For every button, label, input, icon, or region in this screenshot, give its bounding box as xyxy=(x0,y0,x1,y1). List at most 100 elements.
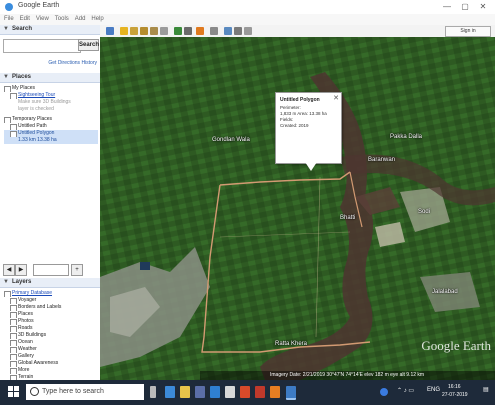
sign-in-button[interactable]: Sign in xyxy=(445,26,491,37)
places-item-sightseeing[interactable]: Sightseeing Tour xyxy=(4,92,98,99)
places-nav-row: ◀ ▶ + xyxy=(3,264,97,276)
layers-panel-header[interactable]: ▼ Layers xyxy=(0,278,100,288)
edge-icon[interactable] xyxy=(165,386,175,398)
balloon-line: Created: 2019 xyxy=(280,123,309,128)
collapse-triangle-icon: ▼ xyxy=(3,74,9,80)
sun-icon[interactable] xyxy=(184,27,192,35)
clock-date[interactable]: 27-07-2019 xyxy=(442,392,468,398)
places-item-temporary[interactable]: Temporary Places xyxy=(4,116,98,123)
imagery-info: Imagery Date: 2/21/2019 30°47'N 74°14'E … xyxy=(270,372,425,378)
menu-add[interactable]: Add xyxy=(75,14,86,25)
places-item-note: Make sure 3D Buildings xyxy=(18,99,71,105)
google-earth-taskbar-icon[interactable] xyxy=(286,386,296,400)
sidebar: ▼ Search Search Get Directions History ▼… xyxy=(0,25,101,381)
places-tree: My Places Sightseeing Tour Make sure 3D … xyxy=(0,83,100,144)
search-input[interactable] xyxy=(3,39,81,53)
layers-item[interactable]: Gallery xyxy=(4,353,98,360)
places-panel-title: Places xyxy=(12,74,32,80)
map-label: Gondlan Wala xyxy=(212,137,250,143)
menu-edit[interactable]: Edit xyxy=(20,14,30,25)
windows-start-icon[interactable] xyxy=(8,386,20,398)
places-item-path[interactable]: Untitled Path xyxy=(4,123,98,130)
google-earth-icon xyxy=(5,3,13,11)
collapse-triangle-icon: ▼ xyxy=(3,26,9,32)
layers-panel-title: Layers xyxy=(12,279,32,285)
window-title: Google Earth xyxy=(18,2,60,9)
file-explorer-icon[interactable] xyxy=(180,386,190,398)
places-item-my-places[interactable]: My Places xyxy=(4,85,98,92)
map-view[interactable]: Gondlan Wala Pakka Dalla Baranwan Bhatti… xyxy=(100,37,495,380)
layers-item[interactable]: 3D Buildings xyxy=(4,332,98,339)
polygon-icon[interactable] xyxy=(130,27,138,35)
map-label: Jalalabad xyxy=(432,289,458,295)
places-blank-area xyxy=(0,144,100,262)
layers-item[interactable]: Borders and Labels xyxy=(4,304,98,311)
print-icon[interactable] xyxy=(234,27,242,35)
taskbar-search-box[interactable]: Type here to search xyxy=(26,384,144,400)
clock-time[interactable]: 16:16 xyxy=(448,384,461,390)
menu-view[interactable]: View xyxy=(36,14,49,25)
mail-icon[interactable] xyxy=(210,386,220,398)
maximize-button[interactable]: ▢ xyxy=(458,1,472,13)
task-view-icon[interactable] xyxy=(150,386,156,398)
path-icon[interactable] xyxy=(140,27,148,35)
layers-item[interactable]: Places xyxy=(4,311,98,318)
satellite-imagery xyxy=(100,37,495,380)
forward-button[interactable]: ▶ xyxy=(15,264,27,276)
notifications-icon[interactable]: ▤ xyxy=(483,386,489,393)
sidebar-toggle-icon[interactable] xyxy=(106,27,114,35)
map-label: Bhatti xyxy=(340,215,356,221)
app-icon[interactable] xyxy=(270,386,280,398)
minimize-button[interactable]: — xyxy=(440,1,454,13)
menu-help[interactable]: Help xyxy=(91,14,103,25)
layers-item[interactable]: More xyxy=(4,367,98,374)
layers-item[interactable]: Photos xyxy=(4,318,98,325)
search-button[interactable]: Search xyxy=(78,39,99,51)
close-icon[interactable]: ✕ xyxy=(333,94,339,102)
maps-icon[interactable] xyxy=(244,27,252,35)
layers-item[interactable]: Weather xyxy=(4,346,98,353)
places-item-note: layer is checked xyxy=(18,106,54,112)
planets-icon[interactable] xyxy=(196,27,204,35)
taskbar-search-placeholder: Type here to search xyxy=(42,388,104,395)
menu-tools[interactable]: Tools xyxy=(55,14,69,25)
status-bar: Imagery Date: 2/21/2019 30°47'N 74°14'E … xyxy=(200,371,495,380)
search-panel-header[interactable]: ▼ Search xyxy=(0,25,100,35)
places-filter-input[interactable] xyxy=(33,264,69,276)
overlay-icon[interactable] xyxy=(150,27,158,35)
google-earth-watermark: Google Earth xyxy=(421,338,491,353)
tray-icons[interactable]: ⌃ ♪ ▭ xyxy=(397,387,414,394)
title-bar: Google Earth — ▢ ✕ xyxy=(0,0,495,15)
layers-item[interactable]: Roads xyxy=(4,325,98,332)
places-item-polygon-detail: 1.33 km 13.38 ha xyxy=(4,137,98,144)
layers-item[interactable]: Global Awareness xyxy=(4,360,98,367)
close-button[interactable]: ✕ xyxy=(476,1,490,13)
windows-taskbar: Type here to search ⌃ ♪ ▭ ENG 16:16 27-0… xyxy=(0,380,495,405)
ruler-icon[interactable] xyxy=(210,27,218,35)
info-balloon[interactable]: ✕ Untitled Polygon Perimeter: 1,833 m Ar… xyxy=(275,92,342,164)
places-item-polygon[interactable]: Untitled Polygon xyxy=(4,130,98,137)
placemark-icon[interactable] xyxy=(120,27,128,35)
app-icon[interactable] xyxy=(225,386,235,398)
email-icon[interactable] xyxy=(224,27,232,35)
search-icon xyxy=(30,387,39,396)
layers-item[interactable]: Voyager xyxy=(4,297,98,304)
layers-item[interactable]: Ocean xyxy=(4,339,98,346)
app-tray-icon[interactable] xyxy=(380,388,388,396)
balloon-tail xyxy=(305,162,317,171)
places-panel-header[interactable]: ▼ Places xyxy=(0,73,100,83)
tour-icon[interactable] xyxy=(160,27,168,35)
menu-file[interactable]: File xyxy=(4,14,14,25)
history-link[interactable]: Get Directions History xyxy=(0,59,100,67)
language-indicator[interactable]: ENG xyxy=(427,387,440,393)
add-place-button[interactable]: + xyxy=(71,264,83,276)
store-icon[interactable] xyxy=(195,386,205,398)
collapse-triangle-icon: ▼ xyxy=(3,279,9,285)
layers-item[interactable]: Primary Database xyxy=(4,290,98,297)
app-icon[interactable] xyxy=(255,386,265,398)
map-label: Ratta Khera xyxy=(275,341,308,347)
opera-icon[interactable] xyxy=(240,386,250,398)
back-button[interactable]: ◀ xyxy=(3,264,15,276)
layers-tree: Primary Database Voyager Borders and Label… xyxy=(0,288,100,381)
history-icon[interactable] xyxy=(174,27,182,35)
